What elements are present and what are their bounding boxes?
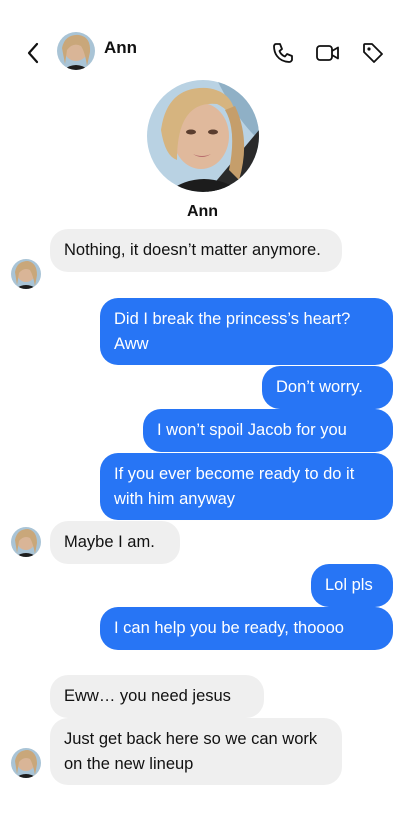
back-button[interactable]: [20, 38, 46, 68]
incoming-message-bubble[interactable]: Just get back here so we can work on the…: [50, 718, 342, 785]
outgoing-message-bubble[interactable]: Did I break the princess’s heart? Aww: [100, 298, 393, 365]
contact-name[interactable]: Ann: [104, 38, 137, 58]
outgoing-message-bubble[interactable]: If you ever become ready to do it with h…: [100, 453, 393, 520]
incoming-message-bubble[interactable]: Eww… you need jesus: [50, 675, 264, 718]
sender-avatar[interactable]: [11, 259, 41, 289]
sender-avatar[interactable]: [11, 748, 41, 778]
outgoing-message-bubble[interactable]: I can help you be ready, thoooo: [100, 607, 393, 650]
sender-avatar[interactable]: [11, 527, 41, 557]
outgoing-message-bubble[interactable]: Don’t worry.: [262, 366, 393, 409]
profile-name: Ann: [186, 203, 219, 220]
video-call-button[interactable]: [315, 40, 341, 66]
tag-icon: [363, 43, 383, 63]
tag-button[interactable]: [360, 40, 386, 66]
incoming-message-bubble[interactable]: Nothing, it doesn’t matter anymore.: [50, 229, 342, 272]
outgoing-message-bubble[interactable]: I won’t spoil Jacob for you: [143, 409, 393, 452]
call-button[interactable]: [270, 40, 296, 66]
back-chevron-icon: [27, 42, 39, 64]
incoming-message-bubble[interactable]: Maybe I am.: [50, 521, 180, 564]
video-camera-icon: [316, 45, 339, 61]
profile-avatar[interactable]: [147, 80, 259, 192]
contact-avatar[interactable]: [57, 32, 95, 70]
outgoing-message-bubble[interactable]: Lol pls: [311, 564, 393, 607]
phone-icon: [273, 43, 293, 63]
